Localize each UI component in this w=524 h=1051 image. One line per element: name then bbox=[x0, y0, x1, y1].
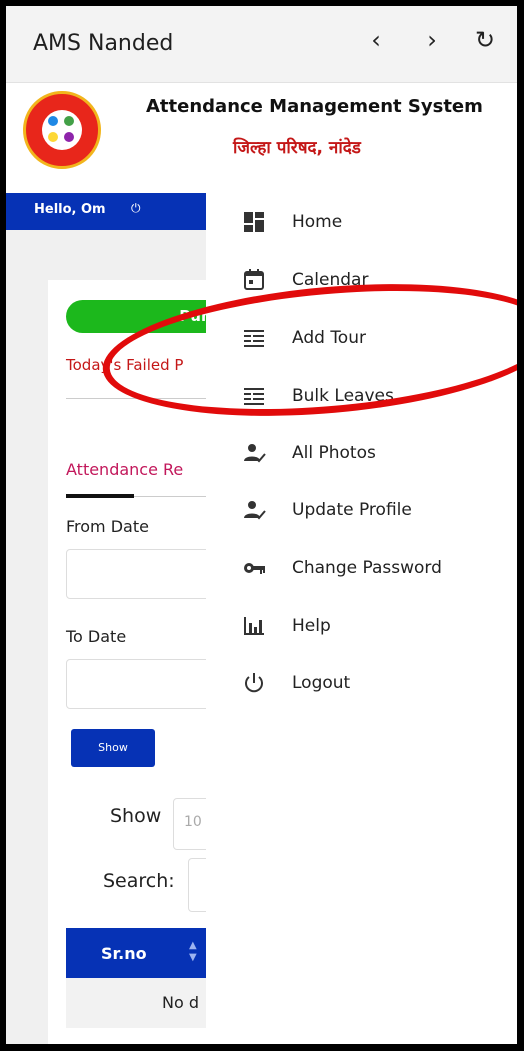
forward-icon[interactable]: › bbox=[417, 26, 447, 54]
site-header: Attendance Management System जिल्हा परिष… bbox=[6, 83, 517, 193]
greeting-text: Hello, Om bbox=[34, 202, 106, 217]
browser-title: AMS Nanded bbox=[33, 31, 174, 56]
menu-item-home[interactable]: Home bbox=[242, 209, 502, 239]
menu-item-label: Logout bbox=[292, 673, 351, 693]
sort-icon[interactable]: ▲ ▼ bbox=[189, 940, 197, 964]
entries-value: 10 bbox=[184, 814, 202, 830]
zp-logo bbox=[23, 91, 101, 169]
no-data-text: No d bbox=[162, 993, 199, 1012]
menu-item-label: Update Profile bbox=[292, 500, 412, 520]
browser-toolbar: AMS Nanded ‹ › ↻ bbox=[6, 6, 517, 83]
reload-icon[interactable]: ↻ bbox=[470, 26, 500, 54]
menu-item-logout[interactable]: Logout bbox=[242, 670, 502, 700]
user-check-icon bbox=[244, 444, 266, 463]
menu-item-label: Help bbox=[292, 616, 331, 636]
chart-icon bbox=[244, 617, 264, 635]
menu-item-change-password[interactable]: Change Password bbox=[242, 555, 502, 585]
key-icon bbox=[244, 563, 265, 574]
dashboard-icon bbox=[244, 212, 264, 232]
power-icon[interactable]: ⏻ bbox=[131, 201, 141, 216]
menu-item-update-profile[interactable]: Update Profile bbox=[242, 497, 502, 527]
menu-item-label: Change Password bbox=[292, 558, 442, 578]
calendar-icon bbox=[244, 269, 264, 290]
app-screen: AMS Nanded ‹ › ↻ Attendance Management S… bbox=[6, 6, 517, 1044]
show-button[interactable]: Show bbox=[71, 729, 155, 767]
srno-header[interactable]: Sr.no bbox=[101, 944, 147, 963]
attendance-report-heading: Attendance Re bbox=[66, 460, 184, 479]
system-subtitle: जिल्हा परिषद, नांदेड bbox=[233, 138, 361, 158]
from-date-label: From Date bbox=[66, 517, 149, 536]
back-icon[interactable]: ‹ bbox=[361, 26, 391, 54]
menu-item-all-photos[interactable]: All Photos bbox=[242, 440, 502, 470]
menu-item-label: All Photos bbox=[292, 443, 376, 463]
entries-label: Show bbox=[110, 805, 162, 827]
to-date-label: To Date bbox=[66, 627, 127, 646]
menu-item-help[interactable]: Help bbox=[242, 613, 502, 643]
system-title: Attendance Management System bbox=[146, 96, 483, 117]
power-icon bbox=[245, 673, 263, 693]
menu-item-label: Home bbox=[292, 212, 343, 232]
user-check-icon bbox=[244, 501, 266, 520]
search-label: Search: bbox=[103, 870, 175, 892]
